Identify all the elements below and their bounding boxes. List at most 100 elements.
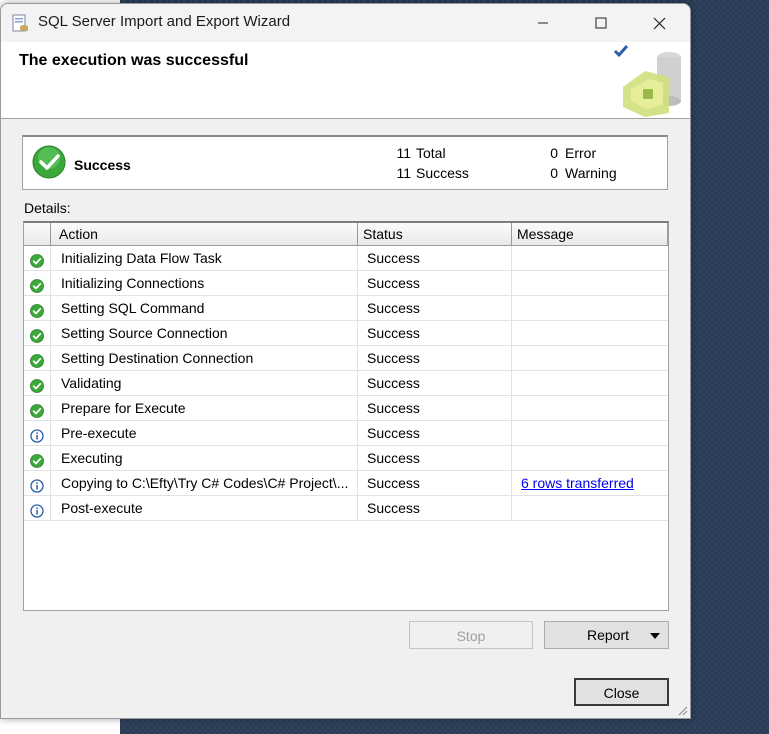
row-icon-cell [24,371,51,395]
close-icon[interactable] [636,4,682,42]
row-icon-cell [24,446,51,470]
table-row[interactable]: Setting Source Connection Success [24,321,668,346]
column-header-action[interactable]: Action [51,223,358,245]
message-cell [512,421,668,445]
column-header-message[interactable]: Message [512,223,668,245]
row-icon-cell [24,296,51,320]
summary-panel: Success 11 Total 11 Success 0 Error 0 Wa… [22,135,668,190]
table-row[interactable]: Copying to C:\Efty\Try C# Codes\C# Proje… [24,471,668,496]
success-large-icon [32,145,66,179]
warning-label: Warning [565,165,617,181]
action-cell: Initializing Connections [51,271,358,295]
table-row[interactable]: Post-execute Success [24,496,668,521]
title-bar[interactable]: SQL Server Import and Export Wizard [1,4,690,42]
success-label: Success [416,165,469,181]
action-cell: Initializing Data Flow Task [51,246,358,270]
action-cell: Prepare for Execute [51,396,358,420]
maximize-icon[interactable] [578,4,624,42]
error-label: Error [565,145,597,161]
minimize-icon[interactable] [520,4,566,42]
message-cell [512,396,668,420]
table-row[interactable]: Initializing Connections Success [24,271,668,296]
status-cell: Success [358,321,512,345]
action-cell: Executing [51,446,358,470]
wizard-app-icon [12,14,28,32]
success-count: 11 [396,165,411,181]
grid-body: Initializing Data Flow Task Success Initia… [24,246,668,521]
action-cell: Setting SQL Command [51,296,358,320]
message-cell [512,246,668,270]
page-title: The execution was successful [19,52,249,69]
table-row[interactable]: Setting SQL Command Success [24,296,668,321]
message-link[interactable]: 6 rows transferred [521,475,634,491]
column-header-status[interactable]: Status [358,223,512,245]
dropdown-arrow-icon[interactable] [650,633,660,639]
window-title: SQL Server Import and Export Wizard [38,13,291,30]
summary-status: Success [74,157,131,173]
status-cell: Success [358,296,512,320]
warning-count: 0 [550,165,558,181]
action-cell: Setting Source Connection [51,321,358,345]
action-cell: Post-execute [51,496,358,520]
message-cell: 6 rows transferred [512,471,668,495]
message-cell [512,296,668,320]
status-cell: Success [358,396,512,420]
table-row[interactable]: Pre-execute Success [24,421,668,446]
details-grid[interactable]: Action Status Message Initializing Data … [23,221,669,611]
status-cell: Success [358,271,512,295]
row-icon-cell [24,471,51,495]
action-cell: Pre-execute [51,421,358,445]
close-button[interactable]: Close [574,678,669,706]
wizard-graphic-icon [613,45,681,117]
stop-button[interactable]: Stop [409,621,533,649]
row-icon-cell [24,271,51,295]
action-cell: Setting Destination Connection [51,346,358,370]
row-icon-cell [24,246,51,270]
action-cell: Validating [51,371,358,395]
status-cell: Success [358,371,512,395]
table-row[interactable]: Validating Success [24,371,668,396]
row-icon-cell [24,496,51,520]
info-icon [30,426,44,443]
report-button-label: Report [587,627,630,643]
status-cell: Success [358,496,512,520]
success-icon [30,251,44,268]
report-button[interactable]: Report [544,621,669,649]
status-cell: Success [358,471,512,495]
success-icon [30,376,44,393]
message-cell [512,346,668,370]
success-icon [30,326,44,343]
row-icon-cell [24,396,51,420]
status-cell: Success [358,446,512,470]
column-header-icon[interactable] [24,223,51,245]
status-cell: Success [358,346,512,370]
action-cell: Copying to C:\Efty\Try C# Codes\C# Proje… [51,471,358,495]
error-count: 0 [550,145,558,161]
info-icon [30,501,44,518]
table-row[interactable]: Initializing Data Flow Task Success [24,246,668,271]
row-icon-cell [24,346,51,370]
status-cell: Success [358,421,512,445]
row-icon-cell [24,421,51,445]
success-icon [30,451,44,468]
success-icon [30,351,44,368]
table-row[interactable]: Executing Success [24,446,668,471]
grid-header: Action Status Message [24,223,668,246]
success-icon [30,401,44,418]
table-row[interactable]: Prepare for Execute Success [24,396,668,421]
success-icon [30,276,44,293]
total-label: Total [416,145,446,161]
message-cell [512,321,668,345]
wizard-header: The execution was successful [1,42,690,119]
resize-grip-icon[interactable] [676,704,688,716]
details-label: Details: [24,200,71,216]
status-cell: Success [358,246,512,270]
message-cell [512,496,668,520]
total-count: 11 [396,145,411,161]
info-icon [30,476,44,493]
table-row[interactable]: Setting Destination Connection Success [24,346,668,371]
message-cell [512,446,668,470]
row-icon-cell [24,321,51,345]
message-cell [512,371,668,395]
message-cell [512,271,668,295]
